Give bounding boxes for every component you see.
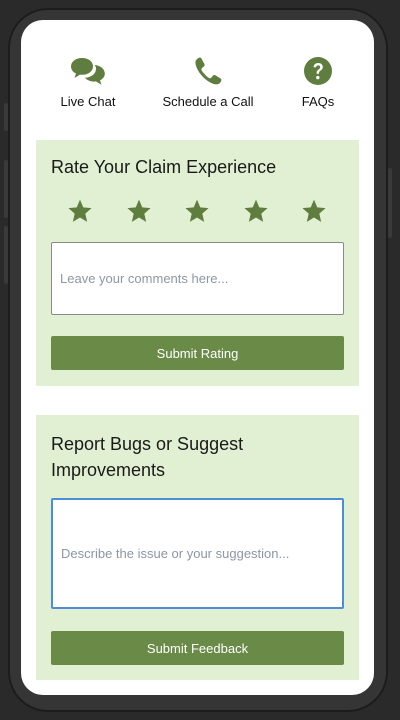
rating-comment-input[interactable]	[51, 242, 344, 315]
feedback-title: Report Bugs or Suggest Improvements	[51, 431, 243, 483]
feedback-card: Report Bugs or Suggest Improvements Subm…	[36, 415, 359, 680]
phone-icon	[193, 50, 223, 86]
schedule-call-label: Schedule a Call	[162, 94, 254, 109]
live-chat-button[interactable]: Live Chat	[60, 50, 116, 109]
volume-up-button	[4, 103, 8, 131]
submit-feedback-button[interactable]: Submit Feedback	[51, 631, 344, 665]
question-circle-icon	[303, 50, 333, 86]
submit-rating-button[interactable]: Submit Rating	[51, 336, 344, 370]
star-5-icon[interactable]	[301, 198, 327, 224]
feedback-title-line-2: Improvements	[51, 460, 166, 480]
star-rating	[36, 198, 359, 228]
star-2-icon[interactable]	[126, 198, 152, 224]
volume-down-button	[4, 160, 8, 218]
schedule-call-button[interactable]: Schedule a Call	[160, 50, 256, 109]
side-button	[4, 226, 8, 284]
support-nav: Live Chat Schedule a Call FAQs	[21, 20, 374, 140]
rating-title: Rate Your Claim Experience	[51, 157, 277, 177]
star-4-icon[interactable]	[243, 198, 269, 224]
chat-icon	[70, 50, 106, 86]
faqs-label: FAQs	[301, 94, 335, 109]
feedback-title-line-1: Report Bugs or Suggest	[51, 434, 244, 454]
star-1-icon[interactable]	[67, 198, 93, 224]
faqs-button[interactable]: FAQs	[300, 50, 336, 109]
app-screen: Live Chat Schedule a Call FAQs Rate Your…	[21, 20, 374, 695]
feedback-input[interactable]	[51, 498, 344, 609]
power-button	[388, 168, 392, 238]
rating-card: Rate Your Claim Experience Submit Rating	[36, 140, 359, 386]
live-chat-label: Live Chat	[60, 94, 116, 109]
star-3-icon[interactable]	[184, 198, 210, 224]
